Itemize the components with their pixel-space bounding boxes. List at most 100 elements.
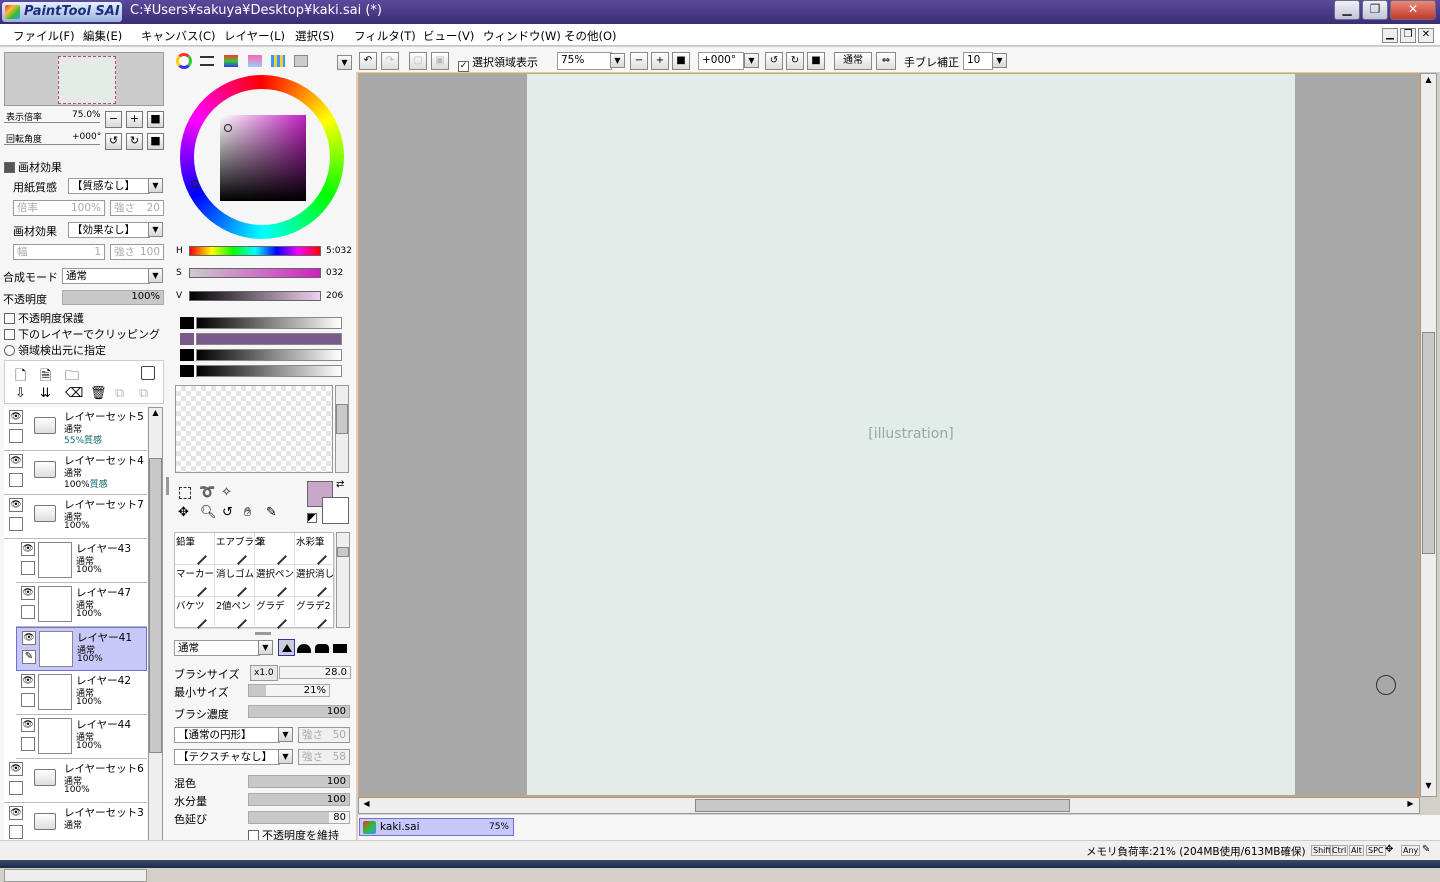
brush-size-multiplier[interactable]: x1.0 [250,665,278,681]
canvas-viewport[interactable]: [illustration] [358,73,1420,797]
brush-shape-dropdown-icon[interactable]: ▼ [278,727,293,742]
rotate-reset-button[interactable]: ■ [147,133,164,150]
hue-cursor[interactable] [191,180,199,188]
magic-wand-icon[interactable]: ✧ [221,485,232,500]
swap-colors-icon[interactable]: ⇄ [336,479,344,490]
brush-texture-dropdown-icon[interactable]: ▼ [278,749,293,764]
scratchpad-tab-icon[interactable] [294,55,308,67]
hscroll-left-icon[interactable]: ◀ [360,799,373,812]
visibility-eye-icon[interactable]: 👁 [9,762,23,776]
color-wheel[interactable] [180,75,344,239]
blend-mode-dropdown-icon[interactable]: ▼ [148,268,163,283]
delete-layer-icon[interactable]: 🗑 [90,386,107,401]
maximize-button[interactable]: ❐ [1362,0,1388,20]
brush-density-slider[interactable]: 100 [248,705,350,718]
panel-menu-icon[interactable]: ▼ [337,55,352,70]
brush-tool[interactable]: 選択消し [295,565,335,597]
merge-down-icon[interactable]: ⇊ [40,386,51,401]
effect-width-field[interactable]: 幅1 [13,244,105,260]
toolbar-rotate-reset-button[interactable]: ■ [807,52,825,70]
scroll-up-icon[interactable]: ▲ [149,408,162,421]
layer-folder-row[interactable]: 👁 レイヤーセット7 通常 100% [4,495,147,539]
gradient-bar-2[interactable] [196,333,342,345]
select-rect-icon[interactable] [179,487,191,499]
eyedropper-icon[interactable]: ✎ [266,505,277,520]
opacity-slider[interactable]: 100% [62,290,164,305]
effect-select[interactable]: 【効果なし】 [68,222,150,238]
edge-medium-icon[interactable] [315,644,329,653]
navigator-viewport[interactable] [58,56,116,104]
flip-horizontal-button[interactable]: ⇔ [876,52,896,70]
clear-layer-icon[interactable]: ⌫ [65,386,83,401]
toolbar-zoom-select[interactable]: 75% [557,52,612,70]
layer-row[interactable]: 👁 レイヤー43 通常 100% [16,539,147,583]
sv-square[interactable] [220,115,306,201]
layer-folder-row[interactable]: 👁 レイヤーセット4 通常 100%質感 [4,451,147,495]
brush-texture-select[interactable]: 【テクスチャなし】 [174,749,280,765]
brush-tool[interactable]: マーカー [175,565,215,597]
gradient-bar-1[interactable] [196,317,342,329]
clipping-checkbox[interactable]: 下のレイヤーでクリッピング [4,326,160,342]
brush-tool[interactable]: 筆 [255,533,295,565]
layer-row[interactable]: 👁 レイヤー47 通常 100% [16,583,147,627]
toolbar-zoom-in-button[interactable]: + [651,52,669,70]
brush-shape-select[interactable]: 【通常の円形】 [174,727,280,743]
texture-dropdown-icon[interactable]: ▼ [148,178,163,193]
edge-flat-icon[interactable] [333,644,347,653]
menu-other[interactable]: その他(O) [564,28,617,44]
rotate-left-button[interactable]: ↺ [105,133,122,150]
swatch-tab-icon[interactable] [271,55,285,67]
brush-scroll-thumb[interactable] [337,547,349,557]
texture-strength-field-brush[interactable]: 強さ 58 [298,749,350,765]
navigator-preview[interactable] [4,52,164,106]
zoom-icon[interactable]: 🔍︎ [200,505,217,520]
brush-tool[interactable]: グラデ [255,597,295,629]
texture-scale-field[interactable]: 倍率 100% [13,200,105,216]
visibility-eye-icon[interactable]: 👁 [9,498,23,512]
texture-select[interactable]: 【質感なし】 [68,178,150,194]
layer-folder-row[interactable]: 👁 レイヤーセット6 通常 100% [4,759,147,803]
brush-tool[interactable]: バケツ [175,597,215,629]
selection-source-radio[interactable]: 領域検出元に指定 [4,342,106,358]
menu-view[interactable]: ビュー(V) [423,28,474,44]
layer-lock-toggle[interactable] [9,825,23,839]
visibility-eye-icon[interactable]: 👁 [22,631,36,645]
visibility-eye-icon[interactable]: 👁 [9,410,23,424]
menu-file[interactable]: ファイル(F) [13,28,75,44]
brush-tool[interactable]: 2値ペン [215,597,255,629]
rotate-icon[interactable]: ↺ [222,505,233,520]
panel-splitter[interactable] [166,477,169,495]
canvas-vscrollbar[interactable]: ▲ ▼ [1420,73,1437,797]
minimize-button[interactable]: ▁ [1334,0,1360,20]
show-selection-checkbox[interactable]: ✓ 選択領域表示 [458,54,538,72]
menu-canvas[interactable]: キャンバス(C) [141,28,216,44]
zoom-reset-button[interactable]: ■ [147,111,164,128]
toolbar-zoom-dropdown-icon[interactable]: ▼ [610,53,625,68]
menu-select[interactable]: 選択(S) [295,28,334,44]
toolbar-zoom-reset-button[interactable]: ■ [672,52,690,70]
menu-edit[interactable]: 編集(E) [83,28,122,44]
vscroll-up-icon[interactable]: ▲ [1422,75,1435,88]
brush-mode-dropdown-icon[interactable]: ▼ [258,640,273,655]
visibility-eye-icon[interactable]: 👁 [21,674,35,688]
menu-filter[interactable]: フィルタ(T) [354,28,416,44]
move-icon[interactable]: ✥ [178,505,189,520]
value-slider[interactable] [189,291,321,301]
color-wheel-tab-icon[interactable] [176,53,192,69]
visibility-eye-icon[interactable]: 👁 [9,806,23,820]
menu-window[interactable]: ウィンドウ(W) [483,28,561,44]
layer-list-scrollbar[interactable]: ▲ ▼ [148,407,163,867]
layer-lock-toggle[interactable] [21,561,35,575]
zoom-in-button[interactable]: + [126,111,143,128]
undo-button[interactable]: ↶ [359,52,377,70]
saturation-slider[interactable] [189,268,321,278]
texture-strength-field[interactable]: 強さ 20 [110,200,164,216]
layer-lock-toggle[interactable] [21,737,35,751]
gradient-swatch-4[interactable] [180,365,194,377]
visibility-eye-icon[interactable]: 👁 [21,542,35,556]
protect-opacity-checkbox[interactable]: 不透明度保護 [4,310,84,326]
lasso-icon[interactable]: ➰ [199,485,215,500]
layer-folder-row[interactable]: 👁 レイヤーセット5 通常 55%質感 [4,407,147,451]
hue-slider[interactable] [189,246,321,256]
edge-soft-icon[interactable] [297,644,311,653]
